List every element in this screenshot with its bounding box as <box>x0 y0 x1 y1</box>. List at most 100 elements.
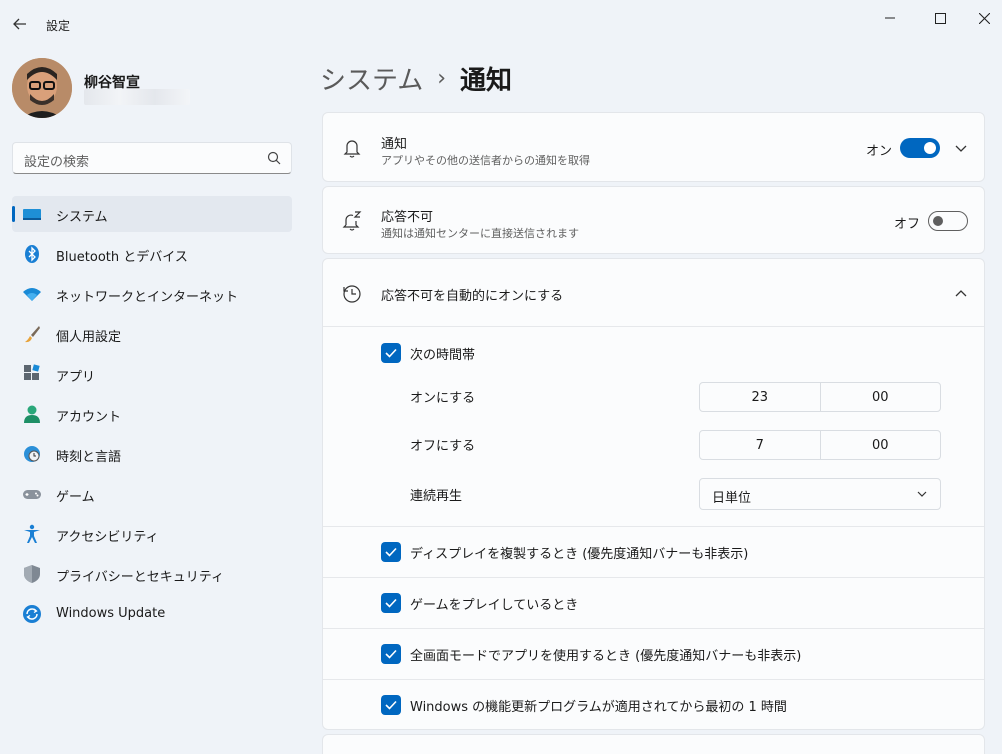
notifications-state: オン <box>866 144 893 159</box>
display-icon <box>23 209 41 220</box>
accessibility-icon <box>24 524 40 543</box>
repeat-dropdown[interactable]: 日単位 <box>699 478 941 510</box>
avatar[interactable] <box>12 58 72 118</box>
duplicate-display-checkbox[interactable] <box>381 542 401 562</box>
checkmark-icon <box>385 348 397 358</box>
checkmark-icon <box>385 598 397 608</box>
turn-on-minute[interactable]: 00 <box>819 383 941 411</box>
dnd-title: 応答不可 <box>381 210 434 225</box>
turn-off-minute[interactable]: 00 <box>819 431 941 459</box>
turn-off-hour[interactable]: 7 <box>700 431 820 459</box>
sidebar-item-apps[interactable]: アプリ <box>12 356 292 392</box>
sidebar-item-label: アクセシビリティ <box>56 530 159 545</box>
notifications-toggle[interactable] <box>900 138 940 158</box>
maximize-button[interactable] <box>918 4 962 32</box>
clock-icon <box>343 285 361 303</box>
sidebar-item-label: システム <box>56 210 108 225</box>
sidebar-item-label: ゲーム <box>56 490 95 505</box>
next-card <box>322 734 985 754</box>
sidebar-item-label: 個人用設定 <box>56 330 122 345</box>
duplicate-display-label: ディスプレイを複製するとき (優先度通知バナーも非表示) <box>410 547 749 562</box>
sidebar-item-network[interactable]: ネットワークとインターネット <box>12 276 292 312</box>
sidebar-item-label: アプリ <box>56 370 96 385</box>
back-button[interactable] <box>8 12 32 36</box>
checkmark-icon <box>385 649 397 659</box>
search-icon <box>267 151 281 165</box>
chevron-right-icon: › <box>437 65 447 91</box>
wifi-icon <box>23 288 41 301</box>
sidebar-item-label: 時刻と言語 <box>56 450 122 465</box>
chevron-up-icon[interactable] <box>953 286 969 302</box>
minimize-button[interactable] <box>868 4 912 32</box>
divider <box>323 526 984 527</box>
feature-update-label: Windows の機能更新プログラムが適用されてから最初の 1 時間 <box>410 700 787 715</box>
chevron-down-icon[interactable] <box>953 141 969 157</box>
page-title: 通知 <box>460 65 513 96</box>
turn-on-hour[interactable]: 23 <box>700 383 820 411</box>
minimize-icon <box>885 17 895 19</box>
brush-icon <box>25 326 40 343</box>
turn-off-label: オフにする <box>410 439 476 454</box>
checkmark-icon <box>385 547 397 557</box>
sidebar-item-windows-update[interactable]: Windows Update <box>12 596 292 632</box>
auto-dnd-card: 応答不可を自動的にオンにする 次の時間帯 オンにする 23 00 オフにする 7… <box>322 258 985 730</box>
apps-icon <box>24 364 40 380</box>
close-button[interactable] <box>962 4 1002 32</box>
search-input[interactable]: 設定の検索 <box>12 142 292 174</box>
sidebar-item-gaming[interactable]: ゲーム <box>12 476 292 512</box>
user-email-redacted <box>84 89 190 105</box>
avatar-image <box>12 58 72 118</box>
auto-dnd-title: 応答不可を自動的にオンにする <box>381 289 564 304</box>
divider <box>323 679 984 680</box>
sidebar-item-accessibility[interactable]: アクセシビリティ <box>12 516 292 552</box>
turn-on-label: オンにする <box>410 391 476 406</box>
dnd-state: オフ <box>894 217 921 232</box>
close-icon <box>978 12 990 24</box>
dnd-description: 通知は通知センターに直接送信されます <box>381 227 579 240</box>
feature-update-checkbox[interactable] <box>381 695 401 715</box>
title-bar: 設定 <box>0 0 1002 48</box>
sidebar-item-label: Windows Update <box>56 606 166 621</box>
sidebar-item-privacy[interactable]: プライバシーとセキュリティ <box>12 556 292 592</box>
divider <box>323 628 984 629</box>
fullscreen-app-checkbox[interactable] <box>381 644 401 664</box>
update-icon <box>23 605 41 623</box>
gamepad-icon <box>23 490 41 499</box>
turn-on-time-picker[interactable]: 23 00 <box>699 382 941 412</box>
sidebar-item-bluetooth[interactable]: Bluetooth とデバイス <box>12 236 292 272</box>
person-icon <box>24 405 40 423</box>
bluetooth-icon <box>25 245 39 263</box>
sidebar-item-accounts[interactable]: アカウント <box>12 396 292 432</box>
repeat-value: 日単位 <box>712 491 752 506</box>
sidebar-item-label: ネットワークとインターネット <box>56 290 239 305</box>
app-title: 設定 <box>46 19 71 33</box>
sidebar-item-system[interactable]: システム <box>12 196 292 232</box>
bell-icon <box>343 140 361 158</box>
sidebar-item-label: Bluetooth とデバイス <box>56 250 188 265</box>
divider <box>323 326 984 327</box>
sidebar-item-label: プライバシーとセキュリティ <box>56 570 224 585</box>
shield-icon <box>24 565 40 583</box>
playing-game-checkbox[interactable] <box>381 593 401 613</box>
search-placeholder: 設定の検索 <box>24 155 90 170</box>
breadcrumb-parent[interactable]: システム <box>320 60 423 97</box>
maximize-icon <box>934 12 946 24</box>
time-range-checkbox[interactable] <box>381 343 401 363</box>
globe-clock-icon <box>24 446 40 462</box>
notifications-title: 通知 <box>381 137 408 152</box>
dnd-toggle[interactable] <box>928 211 968 231</box>
sidebar-item-label: アカウント <box>56 410 122 425</box>
repeat-label: 連続再生 <box>410 489 463 504</box>
bell-snooze-icon <box>342 211 362 231</box>
chevron-down-icon <box>917 491 927 497</box>
dnd-card: 応答不可 通知は通知センターに直接送信されます オフ <box>322 186 985 254</box>
notifications-card[interactable]: 通知 アプリやその他の送信者からの通知を取得 オン <box>322 112 985 182</box>
fullscreen-app-label: 全画面モードでアプリを使用するとき (優先度通知バナーも非表示) <box>410 649 802 664</box>
sidebar-item-personalization[interactable]: 個人用設定 <box>12 316 292 352</box>
sidebar-item-time-language[interactable]: 時刻と言語 <box>12 436 292 472</box>
checkmark-icon <box>385 700 397 710</box>
playing-game-label: ゲームをプレイしているとき <box>410 598 579 613</box>
breadcrumb: システム › 通知 <box>320 58 512 98</box>
turn-off-time-picker[interactable]: 7 00 <box>699 430 941 460</box>
arrow-left-icon <box>13 18 26 30</box>
